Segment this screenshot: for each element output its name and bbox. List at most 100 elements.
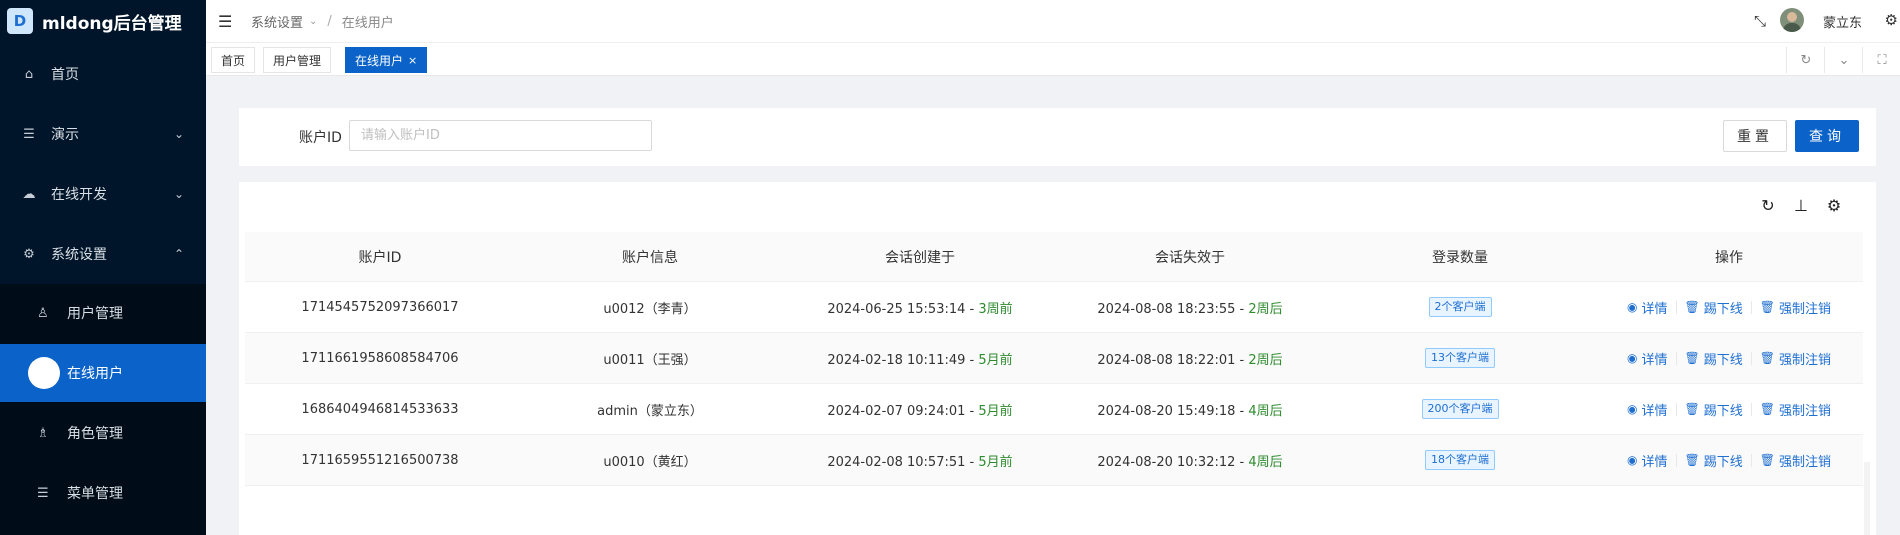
account-info-cell: admin（蒙立东） [515,383,785,435]
logo-icon: D [7,8,33,34]
home-icon: ⌂ [24,66,34,82]
column-height-icon[interactable]: ⊥ [1792,196,1810,215]
table-row: 1686404946814533633 admin（蒙立东） 2024-02-0… [245,383,1863,435]
sidebar-item-online-dev[interactable]: ☁ 在线开发 ⌄ [0,165,206,223]
tab-label: 用户管理 [273,53,322,68]
detail-button[interactable]: ◉ 详情 [1619,400,1676,419]
sidebar-item-label: 用户管理 [67,306,123,322]
eye-icon: ◉ [1627,300,1638,314]
breadcrumb-separator: / [327,14,332,29]
login-count-badge: 18个客户端 [1425,450,1495,470]
separator: - [965,403,979,419]
trash-icon: 🗑 [1759,402,1775,416]
force-logout-button[interactable]: 🗑 强制注销 [1752,451,1839,470]
account-info-cell: u0012（李青） [515,281,785,333]
account-info-cell: u0010（黄红） [515,434,785,486]
avatar[interactable] [1780,8,1804,32]
force-logout-button[interactable]: 🗑 强制注销 [1752,298,1839,317]
menu-fold-icon[interactable]: ☰ [218,12,232,31]
tab-online-users[interactable]: 在线用户 × [345,47,428,73]
account-id-cell: 1686404946814533633 [245,383,515,435]
refresh-icon[interactable]: ↻ [1759,196,1777,215]
trash-icon: 🗑 [1684,402,1700,416]
logout-label: 强制注销 [1778,352,1831,368]
menu-icon: ☰ [37,485,49,501]
scrollbar[interactable] [1864,462,1870,535]
sidebar-item-role-management[interactable]: ♗ 角色管理 [0,404,206,462]
login-count-badge: 13个客户端 [1425,348,1495,368]
fullscreen-icon[interactable]: ⤡ [1754,12,1766,30]
cloud-icon: ☁ [22,186,36,202]
kick-button[interactable]: 🗑 踢下线 [1677,451,1751,470]
username[interactable]: 蒙立东 [1823,12,1862,31]
sidebar-item-online-users[interactable]: 在线用户 [0,344,206,402]
settings-gear-icon[interactable]: ⚙ [1885,11,1898,29]
trash-icon: 🗑 [1684,351,1700,365]
actions-cell: ◉ 详情 🗑 踢下线 🗑 强制注销 [1595,434,1863,486]
chevron-down-icon[interactable]: ⌄ [1824,47,1863,73]
expires-time: 2024-08-08 18:22:01 [1097,352,1236,368]
table-row: 1711659551216500738 u0010（黄红） 2024-02-08… [245,434,1863,486]
kick-button[interactable]: 🗑 踢下线 [1677,298,1751,317]
expand-icon[interactable]: ⛶ [1862,47,1900,73]
account-id-cell: 1711661958608584706 [245,332,515,384]
actions-cell: ◉ 详情 🗑 踢下线 🗑 强制注销 [1595,281,1863,333]
created-ago: 3周前 [978,301,1013,317]
trash-icon: 🗑 [1684,453,1700,467]
close-icon[interactable]: × [408,54,417,67]
expires-ago: 2周后 [1248,301,1283,317]
sidebar-item-system-settings[interactable]: ⚙ 系统设置 ⌃ [0,225,206,283]
account-id-label: 账户ID [299,130,342,146]
created-time: 2024-02-07 09:24:01 [827,403,966,419]
top-header: ☰ 系统设置 ⌄ / 在线用户 ⤡ 蒙立东 ⚙ [206,0,1900,43]
separator: - [965,301,979,317]
settings-icon[interactable]: ⚙ [1825,196,1843,215]
separator: - [1235,403,1249,419]
role-icon: ♗ [37,425,49,441]
login-count-cell: 18个客户端 [1325,434,1595,486]
account-id-input[interactable] [349,120,652,151]
table-row: 1711661958608584706 u0011（王强） 2024-02-18… [245,332,1863,384]
tab-user-management[interactable]: 用户管理 [263,47,332,73]
kick-button[interactable]: 🗑 踢下线 [1677,400,1751,419]
expires-cell: 2024-08-08 18:22:01 - 2周后 [1055,332,1325,384]
breadcrumb-parent[interactable]: 系统设置 [251,12,303,31]
reset-button[interactable]: 重置 [1723,120,1787,152]
app-title: mldong后台管理 [42,13,182,34]
detail-button[interactable]: ◉ 详情 [1619,298,1676,317]
sidebar: D mldong后台管理 ⌂ 首页 ☰ 演示 ⌄ ☁ 在线开发 ⌄ ⚙ 系统设置… [0,0,206,535]
user-icon: ♙ [37,305,49,321]
created-cell: 2024-06-25 15:53:14 - 3周前 [785,281,1055,333]
detail-button[interactable]: ◉ 详情 [1619,451,1676,470]
kick-button[interactable]: 🗑 踢下线 [1677,349,1751,368]
detail-label: 详情 [1641,301,1668,317]
expires-cell: 2024-08-20 15:49:18 - 4周后 [1055,383,1325,435]
account-id-cell: 1714545752097366017 [245,281,515,333]
tab-label: 在线用户 [355,53,404,68]
force-logout-button[interactable]: 🗑 强制注销 [1752,349,1839,368]
tab-home[interactable]: 首页 [211,47,256,73]
eye-icon: ◉ [1627,402,1638,416]
sidebar-item-demo[interactable]: ☰ 演示 ⌄ [0,105,206,163]
force-logout-button[interactable]: 🗑 强制注销 [1752,400,1839,419]
sidebar-item-menu-management[interactable]: ☰ 菜单管理 [0,464,206,522]
separator: - [1235,352,1249,368]
app-logo[interactable]: D mldong后台管理 [0,0,206,42]
column-header: 会话失效于 [1055,232,1325,282]
kick-label: 踢下线 [1703,301,1743,317]
sidebar-item-home[interactable]: ⌂ 首页 [0,45,206,103]
query-button[interactable]: 查询 [1795,120,1859,152]
sidebar-item-user-management[interactable]: ♙ 用户管理 [0,284,206,342]
list-icon: ☰ [23,126,35,142]
breadcrumb: 系统设置 ⌄ / 在线用户 [251,12,394,31]
kick-label: 踢下线 [1703,352,1743,368]
column-header: 账户ID [245,232,515,282]
account-id-cell: 1711659551216500738 [245,434,515,486]
refresh-tab-icon[interactable]: ↻ [1786,47,1825,73]
detail-button[interactable]: ◉ 详情 [1619,349,1676,368]
created-cell: 2024-02-07 09:24:01 - 5月前 [785,383,1055,435]
column-header: 会话创建于 [785,232,1055,282]
chevron-down-icon: ⌄ [173,187,184,201]
sidebar-item-label: 在线用户 [67,366,123,382]
online-user-icon [28,357,60,389]
